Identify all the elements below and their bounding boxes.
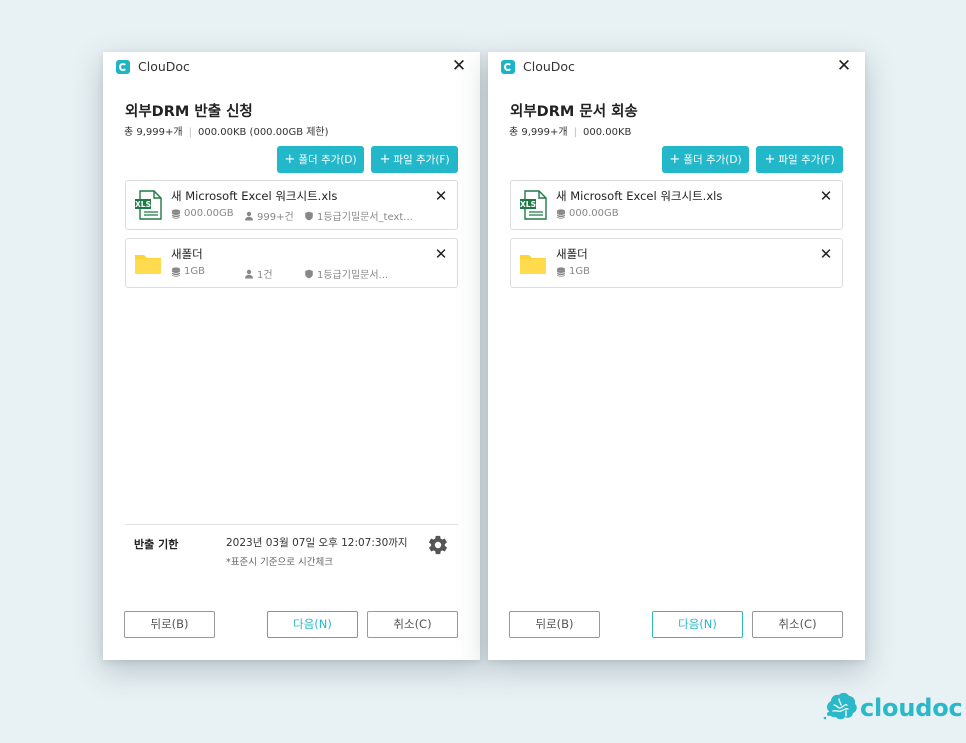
- excel-file-icon: [519, 190, 547, 220]
- database-icon: [171, 209, 181, 219]
- item-name: 새 Microsoft Excel 워크시트.xls: [556, 189, 723, 203]
- item-name: 새 Microsoft Excel 워크시트.xls: [171, 189, 338, 203]
- item-security: 1등급기밀문서...: [304, 266, 388, 281]
- brain-logo-icon: [823, 692, 857, 720]
- add-folder-button[interactable]: + 폴더 추가(D): [662, 146, 749, 173]
- add-file-button[interactable]: + 파일 추가(F): [756, 146, 843, 173]
- item-name: 새폴더: [171, 247, 203, 261]
- remove-item-icon[interactable]: ✕: [434, 189, 448, 204]
- add-file-label: 파일 추가(F): [778, 154, 835, 166]
- deadline-label: 반출 기한: [134, 538, 179, 551]
- add-folder-label: 폴더 추가(D): [298, 154, 357, 166]
- dialog-heading: 외부DRM 문서 회송: [510, 104, 638, 120]
- add-folder-label: 폴더 추가(D): [683, 154, 742, 166]
- remove-item-icon[interactable]: ✕: [819, 189, 833, 204]
- next-button[interactable]: 다음(N): [267, 611, 358, 638]
- file-summary: 총 9,999+개 | 000.00KB (000.00GB 제한): [124, 123, 329, 138]
- close-icon[interactable]: ✕: [450, 57, 468, 75]
- folder-icon: [519, 248, 547, 278]
- item-users-value: 999+건: [257, 212, 294, 223]
- cloudoc-app-icon: [501, 60, 515, 74]
- dialog-heading: 외부DRM 반출 신청: [125, 104, 253, 120]
- add-folder-button[interactable]: + 폴더 추가(D): [277, 146, 364, 173]
- summary-separator: |: [188, 127, 192, 138]
- file-size-total: 000.00KB: [582, 127, 632, 138]
- plus-icon: +: [379, 152, 391, 167]
- item-users-value: 1건: [257, 270, 273, 281]
- item-security: 1등급기밀문서_text...: [304, 208, 413, 223]
- back-button[interactable]: 뒤로(B): [509, 611, 600, 638]
- divider: [125, 524, 458, 525]
- user-icon: [244, 211, 254, 221]
- item-size: 000.00GB: [556, 208, 619, 219]
- user-icon: [244, 269, 254, 279]
- item-size-value: 1GB: [184, 266, 205, 277]
- plus-icon: +: [284, 152, 296, 167]
- item-size-value: 000.00GB: [569, 208, 619, 219]
- app-name: ClouDoc: [138, 59, 190, 74]
- list-item[interactable]: 새 Microsoft Excel 워크시트.xls 000.00GB 999+…: [125, 180, 458, 230]
- item-security-value: 1등급기밀문서_text...: [317, 212, 413, 223]
- close-icon[interactable]: ✕: [835, 57, 853, 75]
- file-count: 총 9,999+개: [124, 127, 183, 138]
- item-size-value: 1GB: [569, 266, 590, 277]
- folder-icon: [134, 248, 162, 278]
- file-size-total: 000.00KB (000.00GB 제한): [197, 127, 329, 138]
- add-file-button[interactable]: + 파일 추가(F): [371, 146, 458, 173]
- item-size-value: 000.00GB: [184, 208, 234, 219]
- item-users: 1건: [244, 266, 273, 281]
- deadline-value: 2023년 03월 07일 오후 12:07:30까지: [226, 537, 408, 549]
- cancel-button[interactable]: 취소(C): [752, 611, 843, 638]
- cloudoc-app-icon: [116, 60, 130, 74]
- gear-icon[interactable]: [427, 534, 449, 556]
- summary-separator: |: [573, 127, 577, 138]
- remove-item-icon[interactable]: ✕: [434, 247, 448, 262]
- back-button[interactable]: 뒤로(B): [124, 611, 215, 638]
- database-icon: [556, 209, 566, 219]
- item-security-value: 1등급기밀문서...: [317, 270, 389, 281]
- titlebar: ClouDoc ✕: [488, 52, 865, 82]
- database-icon: [556, 267, 566, 277]
- titlebar: ClouDoc ✕: [103, 52, 480, 82]
- item-users: 999+건: [244, 208, 294, 223]
- item-size: 000.00GB: [171, 208, 234, 219]
- database-icon: [171, 267, 181, 277]
- shield-icon: [304, 269, 314, 279]
- cancel-button[interactable]: 취소(C): [367, 611, 458, 638]
- next-button[interactable]: 다음(N): [652, 611, 743, 638]
- list-item[interactable]: 새 Microsoft Excel 워크시트.xls 000.00GB ✕: [510, 180, 843, 230]
- item-name: 새폴더: [556, 247, 588, 261]
- add-file-label: 파일 추가(F): [393, 154, 450, 166]
- document-return-dialog: ClouDoc ✕ 외부DRM 문서 회송 총 9,999+개 | 000.00KB…: [488, 52, 865, 660]
- cloudoc-logo: cloudoc: [822, 690, 963, 726]
- plus-icon: +: [669, 152, 681, 167]
- plus-icon: +: [764, 152, 776, 167]
- deadline-note: *표준시 기준으로 시간체크: [226, 557, 333, 568]
- list-item[interactable]: 새폴더 1GB 1건 1등급기밀문서... ✕: [125, 238, 458, 288]
- excel-file-icon: [134, 190, 162, 220]
- app-name: ClouDoc: [523, 59, 575, 74]
- file-count: 총 9,999+개: [509, 127, 568, 138]
- item-size: 1GB: [556, 266, 590, 277]
- file-summary: 총 9,999+개 | 000.00KB: [509, 123, 631, 138]
- shield-icon: [304, 211, 314, 221]
- remove-item-icon[interactable]: ✕: [819, 247, 833, 262]
- export-request-dialog: ClouDoc ✕ 외부DRM 반출 신청 총 9,999+개 | 000.00KB…: [103, 52, 480, 660]
- brand-wordmark: cloudoc: [860, 694, 963, 722]
- list-item[interactable]: 새폴더 1GB ✕: [510, 238, 843, 288]
- item-size: 1GB: [171, 266, 205, 277]
